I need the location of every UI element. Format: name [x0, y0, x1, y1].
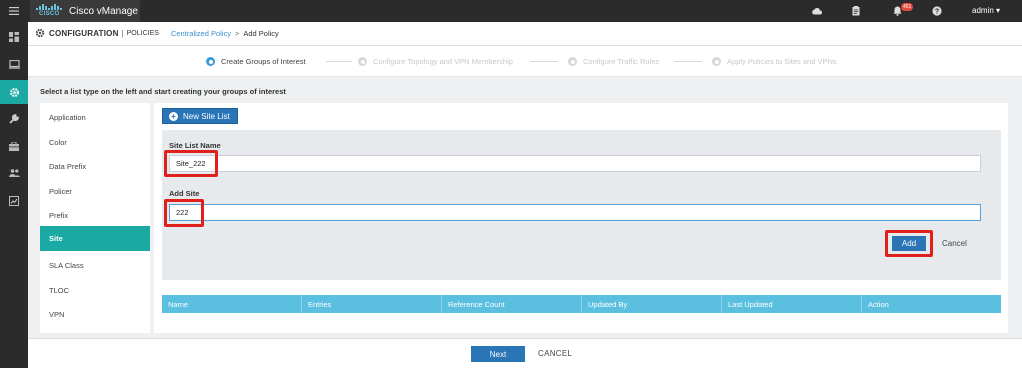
content-area: Select a list type on the left and start…: [28, 76, 1022, 338]
breadcrumb-link-centralized-policy[interactable]: Centralized Policy: [171, 29, 231, 38]
highlight-box: [164, 150, 218, 177]
list-type-prefix[interactable]: Prefix: [40, 203, 150, 228]
list-type-data-prefix[interactable]: Data Prefix: [40, 154, 150, 179]
next-button[interactable]: Next: [471, 346, 525, 362]
bell-icon[interactable]: [893, 0, 902, 22]
instruction-text: Select a list type on the left and start…: [40, 87, 286, 96]
column-header-entries[interactable]: Entries: [302, 295, 442, 313]
list-type-tloc[interactable]: TLOC: [40, 278, 150, 303]
cloud-icon[interactable]: [811, 0, 822, 22]
administration-icon[interactable]: [0, 161, 28, 185]
clipboard-icon[interactable]: [852, 0, 860, 22]
top-bar: CISCO Cisco vManage 451 ? admin ▾: [0, 0, 1022, 22]
user-menu[interactable]: admin ▾: [972, 6, 1000, 15]
breadcrumb-arrow: >: [234, 29, 240, 38]
add-site-input[interactable]: 222: [169, 204, 981, 221]
column-header-last-updated[interactable]: Last Updated: [722, 295, 862, 313]
step-connector: [674, 61, 702, 62]
site-list-form: Site List Name Site_222 Add Site 222 Add…: [162, 130, 1001, 280]
column-header-action[interactable]: Action: [862, 295, 1001, 313]
site-list-table-header: Name Entries Reference Count Updated By …: [162, 295, 1001, 313]
hamburger-menu-icon[interactable]: [0, 0, 28, 22]
list-type-panel: Application Color Data Prefix Policer Pr…: [40, 103, 150, 333]
page-subsection-title: POLICIES: [126, 30, 159, 37]
highlight-box: [164, 199, 204, 227]
wizard-stepper: Create Groups of Interest Configure Topo…: [28, 46, 1022, 76]
breadcrumb: CONFIGURATION | POLICIES Centralized Pol…: [28, 22, 1022, 46]
list-type-color[interactable]: Color: [40, 130, 150, 155]
cancel-link[interactable]: Cancel: [942, 239, 967, 248]
cancel-button[interactable]: CANCEL: [538, 349, 572, 358]
breadcrumb-separator: |: [121, 29, 124, 38]
step-create-groups[interactable]: Create Groups of Interest: [206, 57, 306, 66]
notification-badge: 451: [901, 3, 914, 11]
column-header-name[interactable]: Name: [162, 295, 302, 313]
step-inactive-dot-icon: [712, 57, 721, 66]
breadcrumb-current: Add Policy: [243, 29, 279, 38]
page-section-title: CONFIGURATION: [49, 29, 119, 38]
site-list-name-label: Site List Name: [169, 141, 221, 150]
new-site-list-button[interactable]: + New Site List: [162, 108, 238, 124]
list-type-sla-class[interactable]: SLA Class: [40, 253, 150, 278]
list-type-site[interactable]: Site: [40, 226, 150, 251]
column-header-updated-by[interactable]: Updated By: [582, 295, 722, 313]
site-list-name-input[interactable]: Site_222: [169, 155, 981, 172]
highlight-box: [885, 230, 933, 257]
brand: CISCO Cisco vManage: [30, 0, 140, 22]
list-type-application[interactable]: Application: [40, 105, 150, 130]
cisco-logo: CISCO: [35, 3, 65, 19]
left-nav: [0, 22, 28, 368]
plus-icon: +: [169, 111, 178, 121]
step-connector: [530, 61, 558, 62]
tools-icon[interactable]: [0, 107, 28, 131]
dashboard-icon[interactable]: [0, 25, 28, 49]
step-connector: [326, 61, 352, 62]
step-inactive-dot-icon: [358, 57, 367, 66]
step-active-dot-icon: [206, 57, 215, 66]
step-configure-traffic-rules[interactable]: Configure Traffic Rules: [568, 57, 659, 66]
help-icon[interactable]: ?: [932, 0, 942, 22]
configuration-icon[interactable]: [0, 80, 28, 104]
column-header-reference-count[interactable]: Reference Count: [442, 295, 582, 313]
maintenance-icon[interactable]: [0, 134, 28, 158]
monitor-icon[interactable]: [0, 52, 28, 76]
add-site-label: Add Site: [169, 189, 200, 198]
step-inactive-dot-icon: [568, 57, 577, 66]
step-apply-policies[interactable]: Apply Policies to Sites and VPNs: [712, 57, 837, 66]
step-configure-topology[interactable]: Configure Topology and VPN Membership: [358, 57, 513, 66]
list-type-vpn[interactable]: VPN: [40, 302, 150, 327]
svg-text:?: ?: [935, 9, 939, 16]
footer: Next CANCEL: [28, 338, 1022, 368]
list-type-policer[interactable]: Policer: [40, 179, 150, 204]
analytics-icon[interactable]: [0, 189, 28, 213]
main-panel: + New Site List Site List Name Site_222 …: [154, 103, 1008, 333]
app-title: Cisco vManage: [69, 5, 138, 17]
gear-icon: [35, 28, 45, 40]
